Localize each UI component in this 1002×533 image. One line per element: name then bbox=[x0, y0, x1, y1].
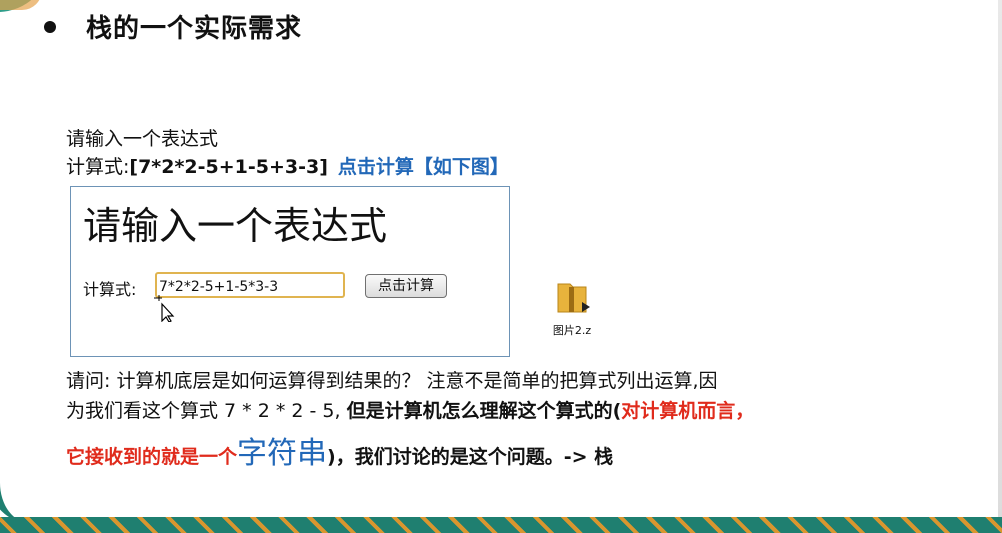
intro-prefix: 计算式: bbox=[66, 156, 130, 178]
file-item[interactable]: 图片2.z bbox=[540, 276, 604, 338]
question-line-2-bold: 但是计算机怎么理解这个算式的( bbox=[346, 400, 622, 422]
demo-expression-label: 计算式: bbox=[83, 280, 137, 299]
demo-heading: 请输入一个表达式 bbox=[83, 204, 388, 248]
calculate-button[interactable]: 点击计算 bbox=[365, 274, 447, 298]
intro-link: 点击计算【如下图】 bbox=[337, 156, 509, 178]
slide-title: 栈的一个实际需求 bbox=[86, 14, 303, 44]
slide-right-edge bbox=[998, 0, 1002, 533]
expression-input[interactable]: 7*2*2-5+1-5*3-3 bbox=[155, 272, 345, 298]
slide-bottom-band bbox=[0, 517, 1002, 533]
intro-line-1: 请输入一个表达式 bbox=[66, 128, 219, 150]
slide-left-curve-decoration bbox=[0, 443, 40, 523]
intro-line-2: 计算式:[7*2*2-5+1-5+3-3] 点击计算【如下图】 bbox=[66, 152, 509, 179]
question-line-2-normal: 为我们看这个算式 7 * 2 * 2 - 5, bbox=[66, 400, 347, 422]
bullet-icon bbox=[44, 20, 56, 33]
zip-folder-icon bbox=[557, 283, 590, 313]
question-line-3: 它接收到的就是一个字符串)，我们讨论的是这个问题。-> 栈 bbox=[66, 428, 613, 472]
intro-expression: [7*2*2-5+1-5+3-3] bbox=[129, 156, 328, 178]
slide-corner-decoration bbox=[0, 0, 50, 12]
title-row: 栈的一个实际需求 bbox=[44, 8, 302, 45]
question-line-1: 请问: 计算机底层是如何运算得到结果的？ 注意不是简单的把算式列出运算,因 bbox=[66, 370, 718, 392]
question-line-2: 为我们看这个算式 7 * 2 * 2 - 5, 但是计算机怎么理解这个算式的(对… bbox=[66, 396, 754, 423]
demo-screenshot-box: 请输入一个表达式 计算式: 7*2*2-5+1-5*3-3 点击计算 bbox=[70, 186, 510, 357]
mouse-cursor-icon bbox=[154, 295, 175, 322]
question-line-3-bold: )，我们讨论的是这个问题。-> 栈 bbox=[327, 446, 614, 468]
file-label: 图片2.z bbox=[552, 324, 592, 337]
question-line-2-red: 对计算机而言， bbox=[621, 400, 755, 422]
question-line-3-red: 它接收到的就是一个 bbox=[66, 446, 238, 468]
question-line-3-string: 字符串 bbox=[237, 436, 328, 471]
